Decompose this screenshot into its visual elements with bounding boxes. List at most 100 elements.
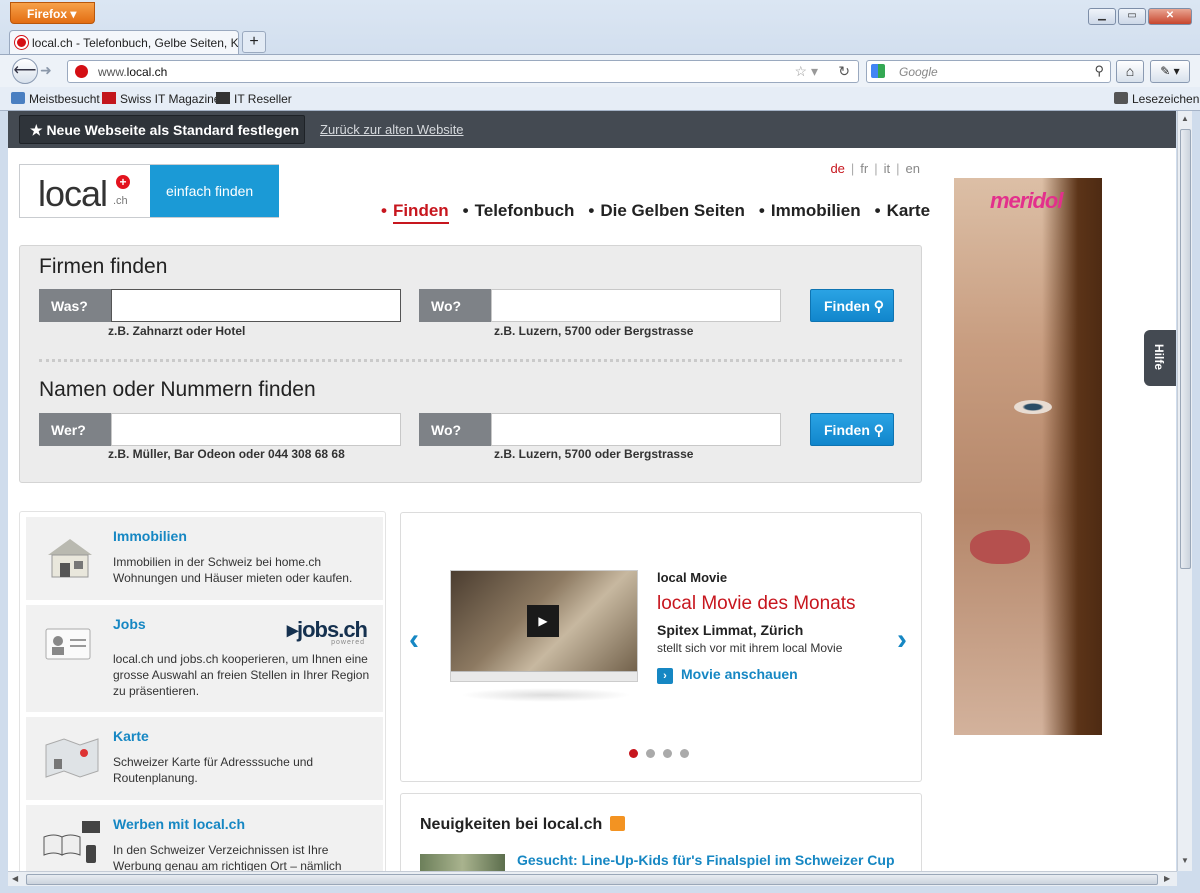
- carousel-next-icon[interactable]: ›: [897, 623, 907, 657]
- card-immobilien[interactable]: Immobilien Immobilien in der Schweiz bei…: [26, 517, 383, 600]
- advertisement-banner[interactable]: meridol: [954, 178, 1102, 735]
- names-find-button[interactable]: Finden ⚲: [810, 413, 894, 446]
- nav-karte[interactable]: Karte: [875, 201, 930, 221]
- video-controls[interactable]: [451, 671, 637, 681]
- bookmark-swiss-it-magazine[interactable]: Swiss IT Magazine: [102, 92, 220, 106]
- news-thumbnail[interactable]: [420, 854, 505, 871]
- ad-lips: [970, 530, 1030, 564]
- firms-where-input[interactable]: [491, 289, 781, 322]
- bookmark-meistbesucht[interactable]: Meistbesucht: [11, 92, 100, 106]
- rss-icon[interactable]: [610, 816, 626, 831]
- old-website-link[interactable]: Zurück zur alten Website: [320, 122, 464, 137]
- bookmark-label: Lesezeichen: [1132, 92, 1200, 106]
- tab-title: local.ch - Telefonbuch, Gelbe Seiten, Ka…: [32, 36, 239, 50]
- carousel-dot[interactable]: [646, 749, 655, 758]
- set-default-button[interactable]: ★ Neue Webseite als Standard festlegen: [19, 115, 305, 144]
- bookmark-star-icon[interactable]: ☆ ▾: [795, 63, 818, 80]
- movie-link[interactable]: › Movie anschauen: [657, 666, 798, 684]
- search-icon: ⚲: [873, 298, 885, 314]
- card-werben[interactable]: Werben mit local.ch In den Schweizer Ver…: [26, 805, 383, 871]
- names-where-input[interactable]: [491, 413, 781, 446]
- nav-finden[interactable]: Finden: [381, 201, 449, 224]
- scroll-up-icon[interactable]: ▲: [1181, 114, 1189, 123]
- search-icon[interactable]: ⚲: [1094, 63, 1104, 79]
- site-identity-icon: [75, 65, 88, 78]
- firefox-menu-button[interactable]: Firefox ▾: [10, 2, 95, 24]
- card-title[interactable]: Werben mit local.ch: [113, 816, 245, 832]
- new-tab-button[interactable]: +: [242, 31, 266, 53]
- lang-fr[interactable]: fr: [860, 161, 868, 176]
- news-title: Neuigkeiten bei local.ch: [420, 816, 626, 834]
- local-favicon-icon: [15, 36, 28, 49]
- ad-eye: [1014, 400, 1052, 414]
- search-icon: ⚲: [873, 422, 885, 438]
- nav-telefonbuch[interactable]: Telefonbuch: [463, 201, 575, 221]
- address-bar[interactable]: www.local.ch ☆ ▾ ↻: [67, 60, 859, 83]
- maximize-button[interactable]: ▭: [1118, 8, 1146, 25]
- card-desc: In den Schweizer Verzeichnissen ist Ihre…: [113, 843, 342, 871]
- addon-menu-button[interactable]: ✎ ▾: [1150, 60, 1190, 83]
- carousel-prev-icon[interactable]: ‹: [409, 623, 419, 657]
- where-label: Wo?: [419, 413, 491, 446]
- forward-button[interactable]: ➜: [40, 62, 60, 80]
- horizontal-scrollbar[interactable]: ◀ ▶: [8, 871, 1177, 886]
- scroll-right-icon[interactable]: ▶: [1164, 874, 1170, 883]
- firms-where-field[interactable]: Wo?: [419, 289, 781, 322]
- nav-label: Telefonbuch: [474, 201, 575, 220]
- home-icon[interactable]: ⌂: [1116, 60, 1144, 83]
- news-title-text: Neuigkeiten bei local.ch: [420, 816, 603, 833]
- what-input[interactable]: [111, 289, 401, 322]
- news-item-link[interactable]: Gesucht: Line-Up-Kids für's Finalspiel i…: [517, 852, 895, 868]
- scroll-down-icon[interactable]: ▼: [1181, 856, 1189, 865]
- card-jobs[interactable]: Jobs ▸jobs.ch powered local.ch und jobs.c…: [26, 605, 383, 712]
- back-button[interactable]: ⟵: [12, 58, 38, 84]
- names-where-field[interactable]: Wo?: [419, 413, 781, 446]
- help-tab[interactable]: Hilfe: [1144, 330, 1176, 386]
- scrollbar-thumb[interactable]: [1180, 129, 1191, 569]
- lang-it[interactable]: it: [884, 161, 891, 176]
- firms-find-button[interactable]: Finden ⚲: [810, 289, 894, 322]
- who-field[interactable]: Wer?: [39, 413, 401, 446]
- logo-text: local: [38, 173, 108, 214]
- who-label: Wer?: [39, 413, 111, 446]
- local-logo[interactable]: local + .ch einfach finden: [19, 164, 279, 218]
- logo-plus-icon: +: [116, 175, 130, 189]
- card-title[interactable]: Immobilien: [113, 528, 187, 544]
- vertical-scrollbar[interactable]: ▲ ▼: [1177, 111, 1192, 871]
- movie-subject: Spitex Limmat, Zürich: [657, 622, 804, 638]
- help-label: Hilfe: [1152, 344, 1166, 371]
- search-bar[interactable]: Google ⚲: [866, 60, 1111, 83]
- close-window-button[interactable]: ✕: [1148, 8, 1192, 25]
- scrollbar-thumb[interactable]: [26, 874, 1158, 885]
- card-karte[interactable]: Karte Schweizer Karte für Adresssuche un…: [26, 717, 383, 800]
- scroll-left-icon[interactable]: ◀: [12, 874, 18, 883]
- minimize-button[interactable]: ▁: [1088, 8, 1116, 25]
- carousel-dot[interactable]: [680, 749, 689, 758]
- movie-thumbnail[interactable]: ▶: [450, 570, 638, 682]
- jobs-ch-logo[interactable]: ▸jobs.ch powered: [287, 617, 368, 646]
- card-desc: Immobilien in der Schweiz bei home.ch Wo…: [113, 555, 353, 585]
- play-icon[interactable]: ▶: [527, 605, 559, 637]
- card-title[interactable]: Karte: [113, 728, 149, 744]
- logo-tagline: einfach finden: [150, 165, 279, 217]
- lang-en[interactable]: en: [906, 161, 920, 176]
- carousel-dot[interactable]: [629, 749, 638, 758]
- bookmark-it-reseller[interactable]: IT Reseller: [216, 92, 292, 106]
- bookmark-label: IT Reseller: [234, 92, 292, 106]
- bookmarks-menu-button[interactable]: Lesezeichen: [1114, 92, 1199, 106]
- card-desc: local.ch und jobs.ch kooperieren, um Ihn…: [113, 652, 370, 698]
- reload-icon[interactable]: ↻: [838, 63, 850, 80]
- lang-de[interactable]: de: [830, 161, 844, 176]
- carousel-dot[interactable]: [663, 749, 672, 758]
- nav-gelbe-seiten[interactable]: Die Gelben Seiten: [588, 201, 745, 221]
- devices-icon: [40, 819, 102, 871]
- divider: [39, 359, 902, 362]
- nav-immobilien[interactable]: Immobilien: [759, 201, 861, 221]
- window-controls: ▁ ▭ ✕: [1088, 8, 1192, 25]
- who-input[interactable]: [111, 413, 401, 446]
- google-engine-icon[interactable]: [871, 64, 885, 78]
- what-field[interactable]: Was?: [39, 289, 401, 322]
- card-title[interactable]: Jobs: [113, 616, 146, 632]
- ad-hair: [1042, 178, 1102, 735]
- browser-tab[interactable]: local.ch - Telefonbuch, Gelbe Seiten, Ka…: [9, 30, 239, 54]
